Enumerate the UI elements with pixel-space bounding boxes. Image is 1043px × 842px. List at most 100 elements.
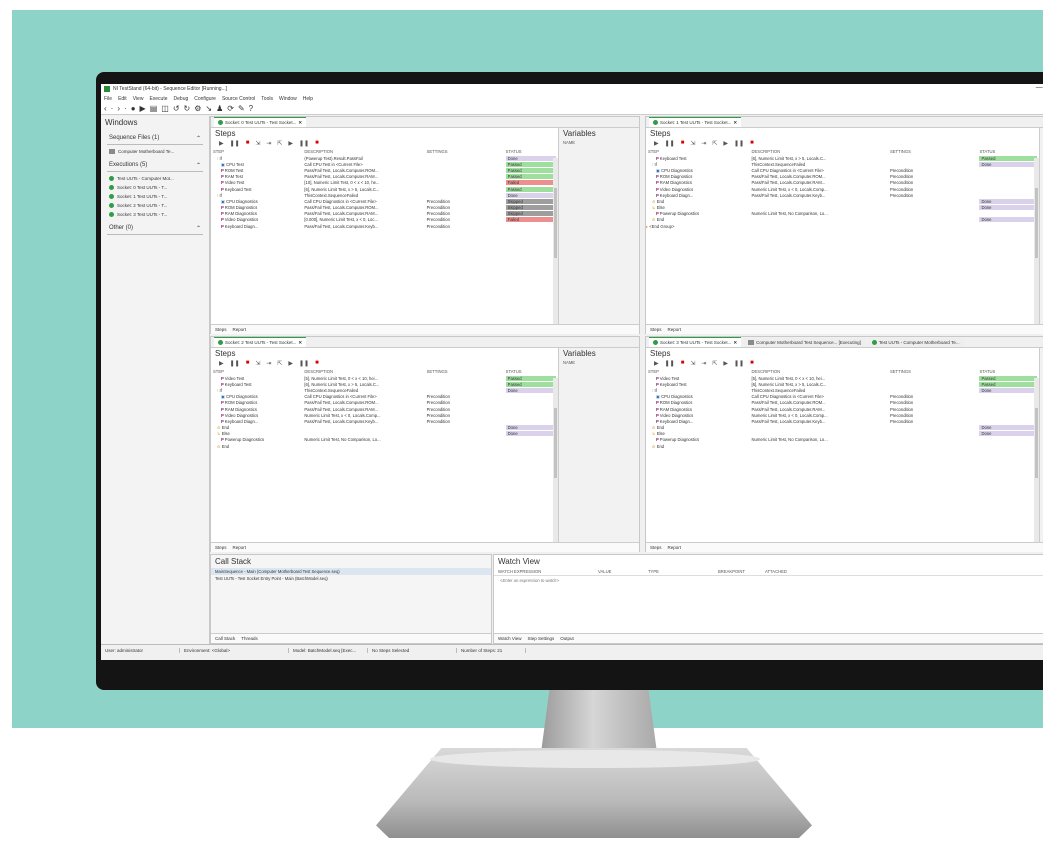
scrollbar[interactable]: [1034, 378, 1039, 542]
tab-output[interactable]: Output: [560, 636, 574, 641]
collapse-icon[interactable]: ⌃: [196, 135, 201, 142]
save-icon[interactable]: ●: [131, 104, 136, 113]
step-into-icon[interactable]: ⇲: [690, 360, 695, 367]
copy-icon[interactable]: ▶: [140, 104, 146, 113]
refresh-icon[interactable]: ↘: [205, 104, 212, 113]
sequence-files-group[interactable]: Sequence Files (1) ⌃: [107, 133, 203, 145]
tab-report[interactable]: Report: [233, 545, 247, 550]
step-row[interactable]: ⊙ End: [646, 443, 1039, 449]
tab-steps[interactable]: Steps: [650, 327, 662, 332]
tab-step-settings[interactable]: Step Settings: [528, 636, 555, 641]
call-stack-row[interactable]: MainSequence - Main (Computer Motherboar…: [211, 568, 491, 575]
user-icon[interactable]: ⚙: [194, 104, 201, 113]
panel-tab[interactable]: Computer Motherboard Test Sequence... [E…: [744, 337, 865, 347]
col-settings[interactable]: SETTINGS: [888, 148, 978, 155]
forward-icon[interactable]: ·: [111, 104, 114, 113]
undo-icon[interactable]: ▤: [150, 104, 158, 113]
run-icon[interactable]: ▶: [219, 140, 224, 147]
redo-icon[interactable]: ◫: [161, 104, 169, 113]
scrollbar[interactable]: [1034, 158, 1039, 324]
menu-help[interactable]: Help: [303, 96, 313, 102]
panel-tab[interactable]: Socket: 1 Test UUTs - Test Socket... ✕: [649, 117, 742, 127]
step-over-icon[interactable]: ⇥: [701, 360, 706, 367]
terminate-icon[interactable]: ■: [246, 140, 250, 147]
edit-icon[interactable]: ♟: [216, 104, 223, 113]
panel-tab[interactable]: Socket: 0 Test UUTs - Test Socket... ✕: [214, 117, 307, 127]
tab-steps[interactable]: Steps: [215, 327, 227, 332]
resume-icon[interactable]: ▶: [723, 360, 728, 367]
col-step[interactable]: STEP: [646, 368, 749, 375]
col-description[interactable]: DESCRIPTION: [302, 368, 424, 375]
help-icon[interactable]: ⟳: [227, 104, 234, 113]
execution-item[interactable]: Test UUTs - Computer Mot...: [101, 174, 209, 183]
scrollbar-thumb[interactable]: [554, 188, 557, 258]
step-into-icon[interactable]: ⇲: [255, 140, 260, 147]
step-out-icon[interactable]: ⇱: [712, 140, 717, 147]
close-icon[interactable]: ✕: [298, 120, 302, 126]
abort-icon[interactable]: ■: [750, 360, 754, 367]
menu-file[interactable]: File: [104, 96, 112, 102]
step-row[interactable]: ⊙ End: [211, 443, 558, 449]
col-step[interactable]: STEP: [211, 368, 302, 375]
step-out-icon[interactable]: ⇱: [277, 360, 282, 367]
scrollbar[interactable]: [553, 378, 558, 542]
col-settings[interactable]: SETTINGS: [425, 368, 504, 375]
close-icon[interactable]: ✕: [298, 340, 302, 346]
menu-view[interactable]: View: [133, 96, 144, 102]
panel-tab[interactable]: Socket: 3 Test UUTs - Test Socket... ✕: [649, 337, 742, 347]
run-icon[interactable]: ▶: [219, 360, 224, 367]
tab-watch-view[interactable]: Watch View: [498, 636, 522, 641]
menu-execute[interactable]: Execute: [149, 96, 167, 102]
step-icon[interactable]: ↻: [184, 104, 191, 113]
tab-report[interactable]: Report: [668, 545, 682, 550]
tab-threads[interactable]: Threads: [241, 636, 258, 641]
tab-report[interactable]: Report: [668, 327, 682, 332]
break-icon[interactable]: ❚❚: [299, 140, 309, 147]
settings-icon[interactable]: ↺: [173, 104, 180, 113]
pause-icon[interactable]: ❚❚: [665, 140, 675, 147]
scrollbar[interactable]: [553, 158, 558, 324]
abort-icon[interactable]: ■: [315, 360, 319, 367]
close-icon[interactable]: ✕: [733, 340, 737, 346]
col-description[interactable]: DESCRIPTION: [749, 368, 887, 375]
terminate-icon[interactable]: ■: [246, 360, 250, 367]
run-icon[interactable]: ▶: [654, 360, 659, 367]
break-icon[interactable]: ❚❚: [734, 360, 744, 367]
step-into-icon[interactable]: ⇲: [690, 140, 695, 147]
scrollbar-thumb[interactable]: [554, 408, 557, 478]
call-stack-row[interactable]: Test UUTs - Test Socket Entry Point - Ma…: [211, 575, 491, 582]
pause-icon[interactable]: ❚❚: [665, 360, 675, 367]
panel-tab[interactable]: Socket: 2 Test UUTs - Test Socket... ✕: [214, 337, 307, 347]
col-step[interactable]: STEP: [211, 148, 302, 155]
col-description[interactable]: DESCRIPTION: [749, 148, 887, 155]
col-status[interactable]: STATUS: [977, 368, 1039, 375]
execution-item[interactable]: Socket: 2 Test UUTs - T...: [101, 201, 209, 210]
close-icon[interactable]: ✕: [733, 120, 737, 126]
step-out-icon[interactable]: ⇱: [277, 140, 282, 147]
back-icon[interactable]: ‹: [104, 104, 107, 113]
col-settings[interactable]: SETTINGS: [888, 368, 978, 375]
executions-group[interactable]: Executions (5) ⌃: [107, 160, 203, 172]
run-icon[interactable]: ▶: [654, 140, 659, 147]
col-description[interactable]: DESCRIPTION: [302, 148, 424, 155]
step-over-icon[interactable]: ⇥: [266, 140, 271, 147]
execution-item[interactable]: Socket: 3 Test UUTs - T...: [101, 210, 209, 219]
resume-icon[interactable]: ▶: [288, 360, 293, 367]
execution-item[interactable]: Socket: 1 Test UUTs - T...: [101, 192, 209, 201]
tab-steps[interactable]: Steps: [215, 545, 227, 550]
step-out-icon[interactable]: ⇱: [712, 360, 717, 367]
abort-icon[interactable]: ■: [750, 140, 754, 147]
step-into-icon[interactable]: ⇲: [255, 360, 260, 367]
collapse-icon[interactable]: ⌃: [196, 162, 201, 169]
col-status[interactable]: STATUS: [504, 368, 558, 375]
execution-item[interactable]: Socket: 0 Test UUTs - T...: [101, 183, 209, 192]
menu-window[interactable]: Window: [279, 96, 297, 102]
menu-edit[interactable]: Edit: [118, 96, 127, 102]
resume-icon[interactable]: ▶: [723, 140, 728, 147]
pause-icon[interactable]: ❚❚: [230, 140, 240, 147]
abort-icon[interactable]: ■: [315, 140, 319, 147]
menu-source-control[interactable]: Source Control: [222, 96, 255, 102]
breakpoint-icon[interactable]: ›: [117, 104, 120, 113]
terminate-icon[interactable]: ■: [681, 140, 685, 147]
tab-call-stack[interactable]: Call Stack: [215, 636, 235, 641]
